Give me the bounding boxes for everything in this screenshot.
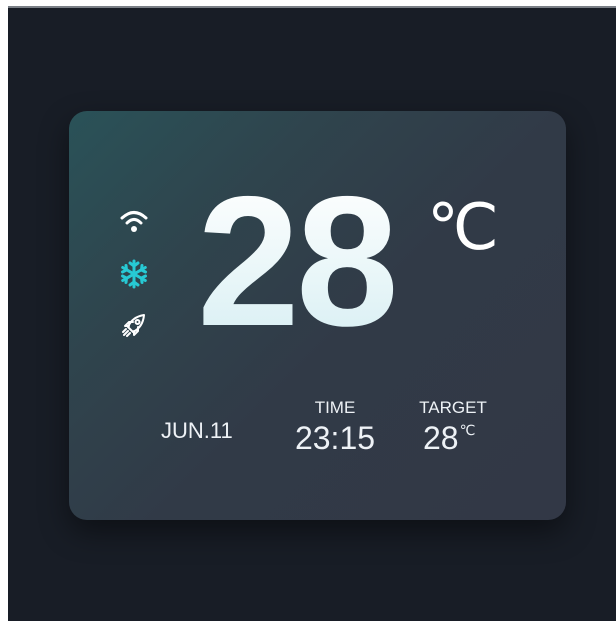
target-temperature[interactable]: 28℃: [423, 421, 475, 455]
time-label: TIME: [314, 398, 356, 417]
current-temperature: 28: [197, 159, 399, 365]
temperature-unit: ℃: [427, 191, 499, 263]
target-label: TARGET: [419, 398, 487, 417]
time-display: 23:15: [294, 420, 376, 456]
app-background: 28 ℃ JUN.11 TIME 23:15 TARGET 28℃: [8, 8, 616, 621]
rocket-icon[interactable]: [119, 311, 149, 341]
target-temperature-unit: ℃: [459, 422, 476, 438]
wifi-icon[interactable]: [119, 207, 149, 237]
thermostat-card[interactable]: 28 ℃ JUN.11 TIME 23:15 TARGET 28℃: [69, 111, 566, 520]
target-temperature-value: 28: [423, 420, 459, 456]
snowflake-icon[interactable]: [119, 259, 149, 289]
window-top-edge: [0, 0, 616, 8]
date-display: JUN.11: [161, 418, 233, 443]
